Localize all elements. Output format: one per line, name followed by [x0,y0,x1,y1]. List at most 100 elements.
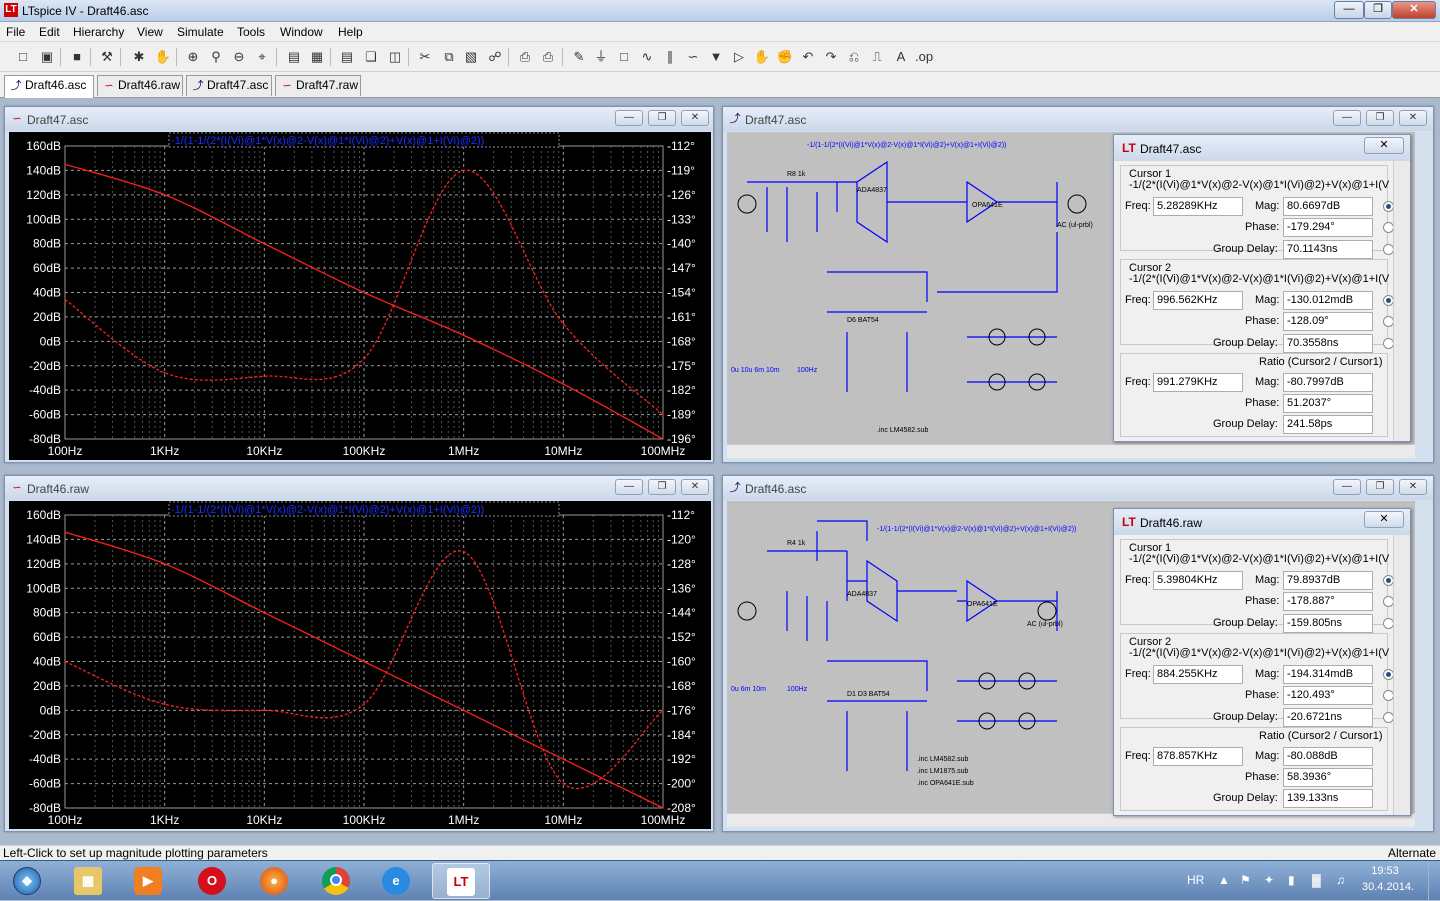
cursor1-phase-field[interactable]: -179.294° [1283,218,1373,237]
schematic-window-draft46[interactable]: ⤴ Draft46.asc — ❐ ✕ R4 1k ADA4837 OPA641… [722,475,1434,832]
cursor1-mag-field[interactable]: 79.8937dB [1283,571,1373,590]
cursor1-mag-field[interactable]: 80.6697dB [1283,197,1373,216]
cursor2-freq-field[interactable]: 996.562KHz [1153,291,1243,310]
volume-icon[interactable]: ♫ [1336,873,1345,887]
save-icon[interactable]: ■ [68,48,86,66]
print-setup-icon[interactable]: ⎙ [516,48,534,66]
ratio-phase-field[interactable]: 58.3936° [1283,768,1373,787]
cursor1-gd-field[interactable]: 70.1143ns [1283,240,1373,259]
resistor-icon[interactable]: ∿ [638,48,656,66]
drag-icon[interactable]: ✊ [776,48,794,66]
cursor-panel-close-button[interactable]: ✕ [1364,137,1404,154]
menu-hierarchy[interactable]: Hierarchy [73,25,124,39]
tile-vertical-icon[interactable]: ◫ [386,48,404,66]
run-icon[interactable]: ✱ [130,48,148,66]
grid-icon[interactable]: ▦ [308,48,326,66]
component-icon[interactable]: ▷ [730,48,748,66]
language-indicator[interactable]: HR [1187,873,1204,887]
wire-icon[interactable]: ✎ [570,48,588,66]
window-minimize-button[interactable]: — [615,110,643,126]
capacitor-icon[interactable]: ∥ [661,48,679,66]
taskbar-firefox[interactable]: ● [246,863,302,899]
find-icon[interactable]: ☍ [486,48,504,66]
cursor-panel-draft46[interactable]: LT Draft46.raw ✕ Cursor 1 -1/(2*(I(Vi)@1… [1113,508,1411,816]
mirror-icon[interactable]: ⎍ [868,48,886,66]
bode-plot[interactable]: 160dB -112° 140dB -119° 120dB -126° 100dB -133°… [9,132,711,460]
cursor2-gd-field[interactable]: 70.3558ns [1283,334,1373,353]
cursor2-freq-field[interactable]: 884.255KHz [1153,665,1243,684]
window-titlebar[interactable]: ⤴ Draft46.asc — ❐ ✕ [723,476,1433,500]
tray-flag-icon[interactable]: ⚑ [1240,873,1251,887]
window-titlebar[interactable]: ⤴ Draft47.asc — ❐ ✕ [723,107,1433,131]
network-icon[interactable]: ▓ [1312,873,1321,887]
menu-simulate[interactable]: Simulate [177,25,224,39]
window-close-button[interactable]: ✕ [681,479,709,495]
window-maximize-button[interactable]: ❐ [1366,479,1394,495]
tab-draft47-asc[interactable]: ⤴ Draft47.asc [186,75,272,96]
diode-icon[interactable]: ▼ [707,48,725,66]
tab-draft46-raw[interactable]: ∽ Draft46.raw [97,75,183,96]
menu-window[interactable]: Window [280,25,323,39]
cursor1-freq-field[interactable]: 5.28289KHz [1153,197,1243,216]
trace-expression[interactable]: -1/(1-1/(2*(I(Vi)@1*V(x)@2-V(x)@1*I(Vi)@… [171,504,484,516]
menu-help[interactable]: Help [338,25,363,39]
menu-edit[interactable]: Edit [39,25,60,39]
window-minimize-button[interactable]: — [615,479,643,495]
cursor2-gd-field[interactable]: -20.6721ns [1283,708,1373,727]
minimize-button[interactable]: — [1334,1,1364,19]
text-icon[interactable]: A [892,48,910,66]
bode-plot[interactable]: 160dB -112° 140dB -120° 120dB -128° 100dB -136°… [9,501,711,829]
tile-horizontal-icon[interactable]: ▤ [338,48,356,66]
tray-expand-icon[interactable]: ▲ [1218,873,1230,887]
tab-draft47-raw[interactable]: ∽ Draft47.raw [275,75,361,96]
ratio-gd-field[interactable]: 241.58ps [1283,415,1373,434]
cascade-icon[interactable]: ❏ [362,48,380,66]
plot-pane[interactable]: 160dB -112° 140dB -119° 120dB -126° 100dB -133°… [9,132,711,460]
taskbar-opera[interactable]: O [184,863,240,899]
cursor-panel-titlebar[interactable]: LT Draft47.asc ✕ [1114,135,1410,161]
tray-power-icon[interactable]: ▮ [1288,873,1295,887]
taskbar-internet-explorer[interactable]: e [368,863,424,899]
ratio-gd-field[interactable]: 139.133ns [1283,789,1373,808]
zoom-out-icon[interactable]: ⊖ [230,48,248,66]
zoom-fit-icon[interactable]: ⌖ [253,48,271,66]
taskbar-ltspice[interactable]: LT [432,863,490,899]
window-titlebar[interactable]: ∽ Draft46.raw — ❐ ✕ [5,476,713,500]
cursor-panel-scrollbar[interactable] [1393,161,1410,441]
zoom-in-icon[interactable]: ⊕ [184,48,202,66]
copy-icon[interactable]: ⧉ [440,48,458,66]
start-button[interactable]: ❖ [2,863,52,899]
window-close-button[interactable]: ✕ [681,110,709,126]
window-minimize-button[interactable]: — [1333,110,1361,126]
taskbar-chrome[interactable] [308,863,364,899]
cursor2-phase-field[interactable]: -128.09° [1283,312,1373,331]
ground-icon[interactable]: ⏚ [592,48,610,66]
cursor1-gd-field[interactable]: -159.805ns [1283,614,1373,633]
horizontal-scrollbar[interactable] [727,444,1415,458]
rotate-icon[interactable]: ⎌ [845,48,863,66]
plot-pane[interactable]: 160dB -112° 140dB -120° 120dB -128° 100dB -136°… [9,501,711,829]
control-panel-icon[interactable]: ⚒ [98,48,116,66]
ratio-freq-field[interactable]: 991.279KHz [1153,373,1243,392]
window-minimize-button[interactable]: — [1333,479,1361,495]
window-close-button[interactable]: ✕ [1399,479,1427,495]
pan-icon[interactable]: ✋ [154,48,172,66]
ratio-phase-field[interactable]: 51.2037° [1283,394,1373,413]
close-button[interactable]: ✕ [1392,1,1436,19]
window-maximize-button[interactable]: ❐ [1366,110,1394,126]
menu-view[interactable]: View [137,25,163,39]
clock-time[interactable]: 19:53 [1362,865,1408,877]
inductor-icon[interactable]: ∽ [684,48,702,66]
menu-file[interactable]: File [6,25,25,39]
cursor1-phase-field[interactable]: -178.887° [1283,592,1373,611]
window-maximize-button[interactable]: ❐ [648,479,676,495]
window-close-button[interactable]: ✕ [1399,110,1427,126]
open-icon[interactable]: ▣ [38,48,56,66]
undo-icon[interactable]: ↶ [799,48,817,66]
cut-icon[interactable]: ✂ [416,48,434,66]
cursor2-mag-field[interactable]: -194.314mdB [1283,665,1373,684]
tab-draft46-asc[interactable]: ⤴ Draft46.asc [4,75,94,98]
taskbar-explorer[interactable]: ▦ [60,863,116,899]
spice-directive-icon[interactable]: .op [915,48,933,66]
cursor-panel-scrollbar[interactable] [1393,535,1410,815]
